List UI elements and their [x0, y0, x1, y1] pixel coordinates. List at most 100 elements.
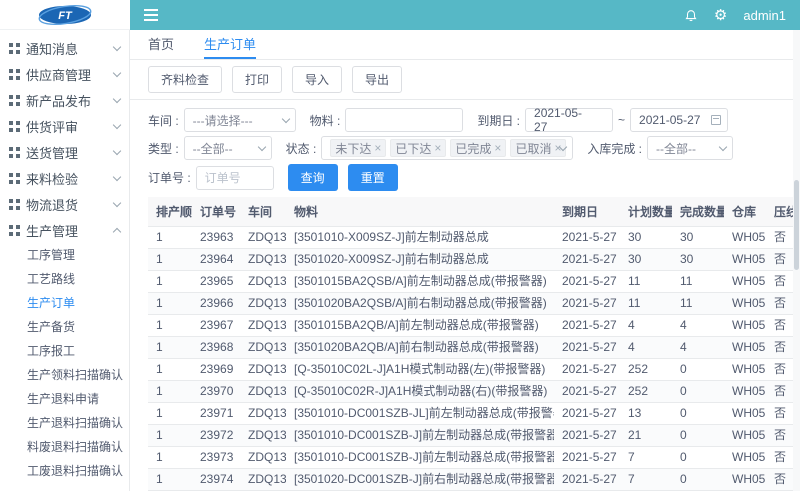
sidebar-subitem-picking-scan-confirm[interactable]: 生产领料扫描确认 — [0, 363, 129, 387]
status-tag-not-issued[interactable]: 未下达 × — [330, 139, 386, 157]
scrollbar-thumb[interactable] — [794, 180, 799, 270]
type-select[interactable]: --全部-- — [184, 136, 272, 160]
close-icon[interactable]: × — [434, 142, 441, 154]
cell-warehouse: WH05 — [724, 337, 766, 359]
sidebar-item-label: 物流退货 — [26, 195, 78, 214]
cell-due-date: 2021-5-27 — [554, 337, 620, 359]
top-header: FT ⚙ admin1 — [0, 0, 800, 30]
cell-seq: 1 — [148, 315, 192, 337]
table-body: 1 23963 ZDQ13 [3501010-X009SZ-J]前左制动器总成 … — [148, 227, 800, 491]
table-row[interactable]: 1 23968 ZDQ13 [3501020BA2QB/A]前右制动器总成(带报… — [148, 337, 800, 359]
status-tag-completed[interactable]: 已完成 × — [450, 139, 506, 157]
material-check-button[interactable]: 齐料检查 — [148, 66, 222, 93]
page-body: 通知消息 供应商管理 新产品发布 供货评审 送货管理 来料检验 — [0, 30, 800, 491]
sidebar-subitem-work-scrap-scan-confirm[interactable]: 工废退料扫描确认 — [0, 459, 129, 483]
col-plan-qty: 计划数量 — [620, 197, 672, 227]
logo-text: FT — [58, 10, 73, 22]
table-row[interactable]: 1 23974 ZDQ13 [3501020-DC001SZB-J]前右制动器总… — [148, 469, 800, 491]
search-button[interactable]: 查询 — [288, 164, 338, 191]
table-row[interactable]: 1 23964 ZDQ13 [3501020-X009SZ-J]前右制动器总成 … — [148, 249, 800, 271]
cell-plan-qty: 21 — [620, 425, 672, 447]
calendar-icon — [711, 115, 721, 125]
cell-material: [3501020BA2QB/A]前右制动器总成(带报警器) — [286, 337, 554, 359]
col-warehouse: 仓库 — [724, 197, 766, 227]
cell-plan-qty: 30 — [620, 249, 672, 271]
sidebar-subitem-process-mgmt[interactable]: 工序管理 — [0, 243, 129, 267]
table-row[interactable]: 1 23973 ZDQ13 [3501010-DC001SZB-J]前左制动器总… — [148, 447, 800, 469]
cell-order-no: 23963 — [192, 227, 240, 249]
sidebar-subitem-material-scrap-scan-confirm[interactable]: 料废退料扫描确认 — [0, 435, 129, 459]
cell-due-date: 2021-5-27 — [554, 425, 620, 447]
sidebar-item-supplier-mgmt[interactable]: 供应商管理 — [0, 61, 129, 87]
inbound-done-select[interactable]: --全部-- — [647, 136, 733, 160]
cell-warehouse: WH05 — [724, 227, 766, 249]
grid-icon — [9, 173, 20, 184]
tab-production-order[interactable]: 生产订单 — [204, 30, 256, 59]
status-multiselect[interactable]: 未下达 × 已下达 × 已完成 × 已取消 × — [321, 136, 573, 160]
status-tag-issued[interactable]: 已下达 × — [390, 139, 446, 157]
main-content: 首页 生产订单 齐料检查 打印 导入 导出 车间 : ---请选择--- 物料 … — [130, 30, 800, 491]
sidebar-item-production-mgmt[interactable]: 生产管理 — [0, 217, 129, 243]
cell-done-qty: 0 — [672, 381, 724, 403]
cell-order-no: 23974 — [192, 469, 240, 491]
material-input[interactable] — [345, 108, 463, 132]
table-row[interactable]: 1 23972 ZDQ13 [3501010-DC001SZB-J]前左制动器总… — [148, 425, 800, 447]
status-tag-label: 已完成 — [455, 140, 491, 157]
sidebar-subitem-production-order[interactable]: 生产订单 — [0, 291, 129, 315]
sidebar-item-label: 生产管理 — [26, 221, 78, 240]
cell-workshop: ZDQ13 — [240, 447, 286, 469]
date-range-separator: ~ — [618, 113, 625, 127]
sidebar-subitem-return-scan-confirm[interactable]: 生产退料扫描确认 — [0, 411, 129, 435]
menu-toggle-icon[interactable] — [144, 0, 158, 30]
reset-button[interactable]: 重置 — [348, 164, 398, 191]
print-button[interactable]: 打印 — [232, 66, 282, 93]
sidebar-item-logistics-returns[interactable]: 物流退货 — [0, 191, 129, 217]
table-row[interactable]: 1 23969 ZDQ13 [Q-35010C02L-J]A1H模式制动器(左)… — [148, 359, 800, 381]
tab-home[interactable]: 首页 — [148, 30, 174, 59]
sidebar-item-incoming-inspection[interactable]: 来料检验 — [0, 165, 129, 191]
sidebar-subitem-return-apply[interactable]: 生产退料申请 — [0, 387, 129, 411]
vertical-scrollbar[interactable] — [793, 30, 800, 491]
gear-icon[interactable]: ⚙ — [714, 8, 727, 23]
workshop-select[interactable]: ---请选择--- — [184, 108, 296, 132]
sidebar-subitem-process-report[interactable]: 工序报工 — [0, 339, 129, 363]
close-icon[interactable]: × — [374, 142, 381, 154]
sidebar-item-supply-review[interactable]: 供货评审 — [0, 113, 129, 139]
sidebar-subitem-process-route[interactable]: 工艺路线 — [0, 267, 129, 291]
cell-due-date: 2021-5-27 — [554, 227, 620, 249]
chevron-down-icon — [257, 143, 265, 151]
cell-seq: 1 — [148, 337, 192, 359]
sidebar-item-notifications[interactable]: 通知消息 — [0, 35, 129, 61]
table-row[interactable]: 1 23971 ZDQ13 [3501010-DC001SZB-JL]前左制动器… — [148, 403, 800, 425]
sidebar-item-delivery-mgmt[interactable]: 送货管理 — [0, 139, 129, 165]
logo-image: FT — [37, 4, 93, 26]
due-date-end[interactable]: 2021-05-27 — [630, 108, 728, 132]
cell-seq: 1 — [148, 403, 192, 425]
table-row[interactable]: 1 23970 ZDQ13 [Q-35010C02R-J]A1H模式制动器(右)… — [148, 381, 800, 403]
cell-order-no: 23969 — [192, 359, 240, 381]
order-no-input[interactable] — [196, 166, 274, 190]
type-label: 类型 : — [148, 140, 179, 157]
cell-workshop: ZDQ13 — [240, 249, 286, 271]
chevron-down-icon — [113, 42, 121, 50]
table-row[interactable]: 1 23966 ZDQ13 [3501020BA2QSB/A]前右制动器总成(带… — [148, 293, 800, 315]
status-tag-label: 已下达 — [395, 140, 431, 157]
export-button[interactable]: 导出 — [352, 66, 402, 93]
sidebar-subitem-production-stock[interactable]: 生产备货 — [0, 315, 129, 339]
cell-warehouse: WH05 — [724, 403, 766, 425]
sidebar-item-new-product[interactable]: 新产品发布 — [0, 87, 129, 113]
logo[interactable]: FT — [0, 0, 130, 30]
status-tag-cancelled[interactable]: 已取消 × — [510, 139, 566, 157]
chevron-down-icon — [719, 143, 727, 151]
table-row[interactable]: 1 23963 ZDQ13 [3501010-X009SZ-J]前左制动器总成 … — [148, 227, 800, 249]
username[interactable]: admin1 — [743, 8, 786, 23]
close-icon[interactable]: × — [494, 142, 501, 154]
table-row[interactable]: 1 23967 ZDQ13 [3501015BA2QB/A]前左制动器总成(带报… — [148, 315, 800, 337]
cell-due-date: 2021-5-27 — [554, 469, 620, 491]
table-row[interactable]: 1 23965 ZDQ13 [3501015BA2QSB/A]前左制动器总成(带… — [148, 271, 800, 293]
due-date-start[interactable]: 2021-05-27 — [525, 108, 613, 132]
cell-plan-qty: 4 — [620, 337, 672, 359]
cell-seq: 1 — [148, 249, 192, 271]
import-button[interactable]: 导入 — [292, 66, 342, 93]
bell-icon[interactable] — [684, 8, 698, 23]
